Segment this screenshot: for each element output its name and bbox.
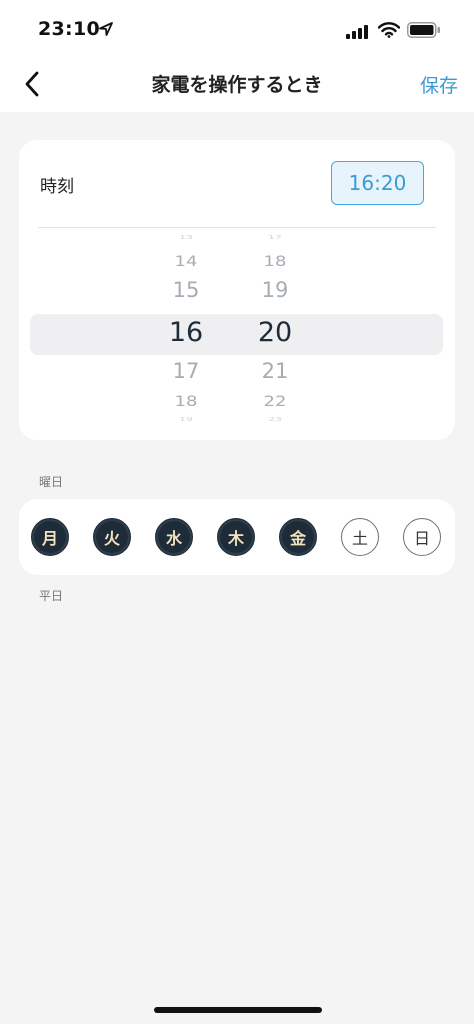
wifi-icon [377, 22, 401, 42]
divider [38, 227, 436, 228]
home-indicator [154, 1007, 322, 1013]
minute-option[interactable]: 21 [235, 359, 315, 383]
hour-option[interactable]: 19 [146, 417, 226, 422]
nav-bar: 家電を操作するとき 保存 [0, 60, 474, 112]
day-toggle-tuesday[interactable]: 火 [93, 518, 131, 556]
time-card: 時刻 16:20 13 14 15 16 17 18 19 17 18 19 2… [19, 140, 455, 440]
days-summary: 平日 [39, 589, 64, 603]
day-toggle-thursday[interactable]: 木 [217, 518, 255, 556]
cellular-signal-icon [346, 24, 370, 43]
minute-option[interactable]: 18 [235, 253, 315, 270]
location-arrow-icon [98, 21, 114, 41]
hour-option-selected[interactable]: 16 [146, 317, 226, 348]
minute-option[interactable]: 23 [235, 417, 315, 422]
hour-option[interactable]: 14 [146, 253, 226, 270]
page-title: 家電を操作するとき [151, 74, 323, 96]
save-button[interactable]: 保存 [420, 71, 458, 98]
status-bar: 23:10 [0, 0, 474, 60]
day-selector: 月 火 水 木 金 土 日 [19, 499, 455, 575]
day-toggle-saturday[interactable]: 土 [341, 518, 379, 556]
minute-option[interactable]: 19 [235, 278, 315, 302]
status-time: 23:10 [38, 18, 100, 40]
day-toggle-monday[interactable]: 月 [31, 518, 69, 556]
battery-icon [407, 22, 441, 42]
days-section-label: 曜日 [39, 475, 64, 489]
minute-option-selected[interactable]: 20 [235, 317, 315, 348]
day-toggle-wednesday[interactable]: 水 [155, 518, 193, 556]
hour-option[interactable]: 15 [146, 278, 226, 302]
minute-option[interactable]: 22 [235, 393, 315, 410]
minute-option[interactable]: 17 [235, 235, 315, 240]
hour-option[interactable]: 17 [146, 359, 226, 383]
selected-time-chip[interactable]: 16:20 [331, 161, 424, 205]
hour-option[interactable]: 13 [146, 235, 226, 240]
time-picker[interactable]: 13 14 15 16 17 18 19 17 18 19 20 21 22 2… [19, 235, 455, 435]
hour-option[interactable]: 18 [146, 393, 226, 410]
day-toggle-sunday[interactable]: 日 [403, 518, 441, 556]
hour-wheel[interactable]: 13 14 15 16 17 18 19 [146, 235, 226, 435]
time-label: 時刻 [40, 177, 74, 197]
minute-wheel[interactable]: 17 18 19 20 21 22 23 [235, 235, 315, 435]
day-toggle-friday[interactable]: 金 [279, 518, 317, 556]
